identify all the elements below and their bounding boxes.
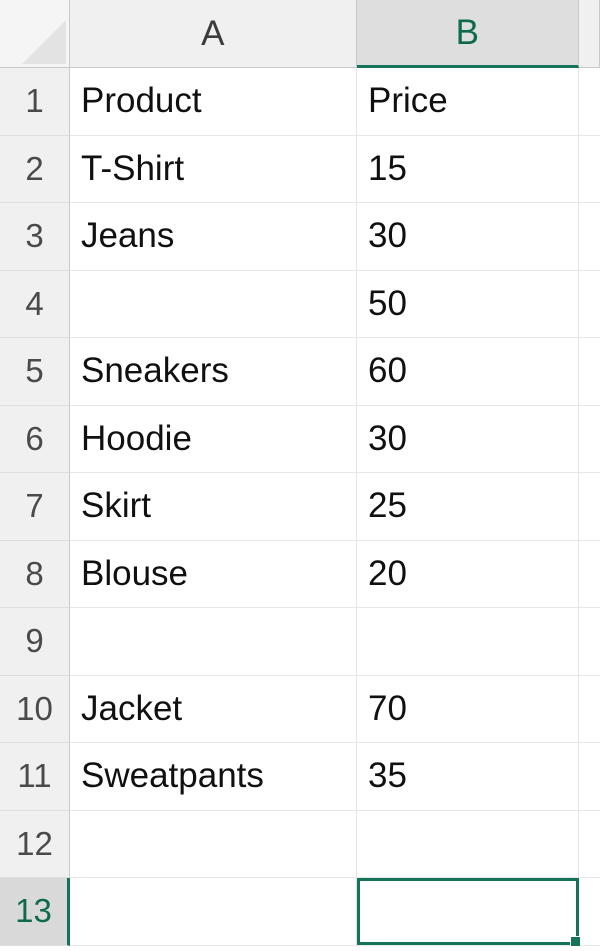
cell-A1[interactable]: Product	[70, 68, 357, 136]
cell-B8[interactable]: 20	[357, 540, 579, 608]
cell-value: Product	[81, 81, 202, 121]
cell-B4[interactable]: 50	[357, 270, 579, 338]
cell-B10[interactable]: 70	[357, 675, 579, 743]
column-header-label: A	[201, 13, 225, 53]
row-header-label: 9	[25, 622, 44, 660]
cell-A10[interactable]: Jacket	[70, 675, 357, 743]
row-header-12[interactable]: 12	[0, 810, 70, 878]
cell-value: Price	[368, 81, 448, 121]
column-header-c[interactable]	[579, 0, 600, 68]
cell-value: 30	[368, 216, 407, 256]
cell-B6[interactable]: 30	[357, 405, 579, 473]
row-header-11[interactable]: 11	[0, 743, 70, 811]
spreadsheet-grid: A B 1 Product Price 2 T-Shirt 15 3 Jeans 30 4 50 5 Sne…	[0, 0, 600, 951]
row-header-label: 4	[25, 284, 44, 322]
cell-A2[interactable]: T-Shirt	[70, 135, 357, 203]
cell-B13[interactable]	[357, 878, 579, 946]
cell-value: 25	[368, 486, 407, 526]
cell-value: Skirt	[81, 486, 151, 526]
cell-value: Jacket	[81, 688, 183, 728]
row-header-4[interactable]: 4	[0, 270, 70, 338]
cell-value: 20	[368, 553, 407, 593]
row-header-label: 5	[25, 352, 44, 390]
row-header-label: 8	[25, 554, 44, 592]
row-header-7[interactable]: 7	[0, 473, 70, 541]
select-all-corner[interactable]	[0, 0, 70, 68]
cell-value: Jeans	[81, 216, 175, 256]
row-header-label: 3	[25, 217, 44, 255]
row-header-label: 7	[25, 487, 44, 525]
cell-C5[interactable]	[579, 338, 600, 406]
cell-C1[interactable]	[579, 68, 600, 136]
cell-C3[interactable]	[579, 203, 600, 271]
cell-C4[interactable]	[579, 270, 600, 338]
cell-B2[interactable]: 15	[357, 135, 579, 203]
cell-value: 60	[368, 351, 407, 391]
row-header-label: 13	[15, 892, 52, 930]
cell-C9[interactable]	[579, 608, 600, 676]
column-header-b[interactable]: B	[357, 0, 579, 68]
row-header-1[interactable]: 1	[0, 68, 70, 136]
row-header-13[interactable]: 13	[0, 878, 70, 946]
cell-value: T-Shirt	[81, 148, 185, 188]
column-header-label: B	[455, 12, 480, 52]
cell-C13[interactable]	[579, 878, 600, 946]
cell-A5[interactable]: Sneakers	[70, 338, 357, 406]
cell-value: Sweatpants	[81, 756, 264, 796]
column-header-a[interactable]: A	[70, 0, 357, 68]
row-header-3[interactable]: 3	[0, 203, 70, 271]
cell-value: 50	[368, 283, 407, 323]
cell-value: 15	[368, 148, 407, 188]
row-header-label: 12	[16, 824, 53, 862]
row-header-label: 6	[25, 419, 44, 457]
cell-A12[interactable]	[70, 810, 357, 878]
cell-value: 70	[368, 688, 407, 728]
cell-A7[interactable]: Skirt	[70, 473, 357, 541]
row-header-label: 10	[16, 689, 53, 727]
cell-B11[interactable]: 35	[357, 743, 579, 811]
cell-C7[interactable]	[579, 473, 600, 541]
cell-A8[interactable]: Blouse	[70, 540, 357, 608]
cell-B5[interactable]: 60	[357, 338, 579, 406]
cell-A6[interactable]: Hoodie	[70, 405, 357, 473]
select-all-triangle-icon	[22, 20, 66, 64]
cell-B9[interactable]	[357, 608, 579, 676]
cell-C6[interactable]	[579, 405, 600, 473]
row-header-label: 2	[25, 149, 44, 187]
row-header-9[interactable]: 9	[0, 608, 70, 676]
cell-A13[interactable]	[70, 878, 357, 946]
row-header-10[interactable]: 10	[0, 675, 70, 743]
row-header-5[interactable]: 5	[0, 338, 70, 406]
cell-C8[interactable]	[579, 540, 600, 608]
cell-B1[interactable]: Price	[357, 68, 579, 136]
row-header-label: 1	[25, 82, 44, 120]
cell-value: Blouse	[81, 553, 189, 593]
cell-A4[interactable]	[70, 270, 357, 338]
cell-A3[interactable]: Jeans	[70, 203, 357, 271]
cell-value: 30	[368, 418, 407, 458]
cell-B3[interactable]: 30	[357, 203, 579, 271]
cell-value: Sneakers	[81, 351, 229, 391]
cell-C10[interactable]	[579, 675, 600, 743]
row-header-label: 11	[17, 757, 52, 795]
cell-B12[interactable]	[357, 810, 579, 878]
spreadsheet-viewport: A B 1 Product Price 2 T-Shirt 15 3 Jeans 30 4 50 5 Sne…	[0, 0, 600, 951]
row-header-2[interactable]: 2	[0, 135, 70, 203]
cell-value: Hoodie	[81, 418, 192, 458]
cell-A11[interactable]: Sweatpants	[70, 743, 357, 811]
cell-value: 35	[368, 756, 407, 796]
row-header-8[interactable]: 8	[0, 540, 70, 608]
row-header-6[interactable]: 6	[0, 405, 70, 473]
cell-B7[interactable]: 25	[357, 473, 579, 541]
cell-C2[interactable]	[579, 135, 600, 203]
cell-C12[interactable]	[579, 810, 600, 878]
cell-A9[interactable]	[70, 608, 357, 676]
cell-C11[interactable]	[579, 743, 600, 811]
